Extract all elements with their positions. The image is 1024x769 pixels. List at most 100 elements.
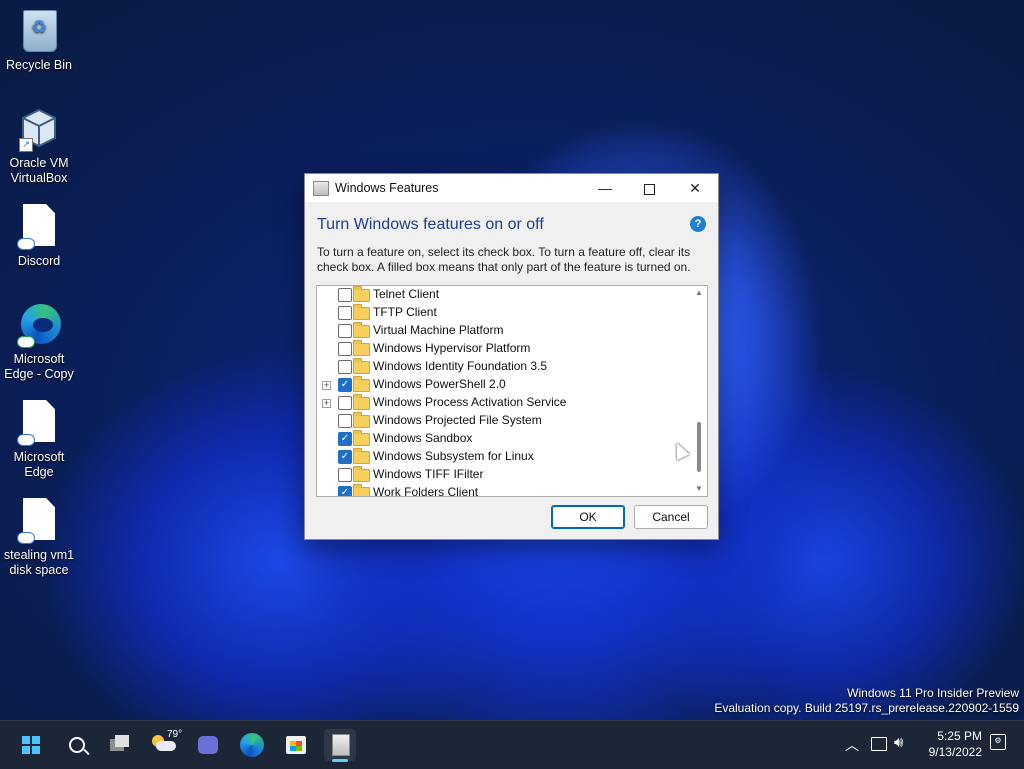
feature-row[interactable]: Windows TIFF IFilter [317,466,691,484]
store-button[interactable] [280,729,312,761]
maximize-icon [643,183,655,195]
dialog-title: Windows Features [335,181,439,195]
feature-row[interactable]: ✓ Work Folders Client [317,484,691,497]
evaluation-watermark: Windows 11 Pro Insider Preview Evaluatio… [714,686,1019,716]
taskbar: 79° ︿ 🔊︎ 5:25 PM 9/13/2022 ⚙ [0,720,1024,769]
scroll-down-arrow-icon[interactable]: ▼ [691,482,707,496]
clock-time: 5:25 PM [937,729,982,743]
watermark-line1: Windows 11 Pro Insider Preview [847,686,1019,700]
feature-name: Windows Sandbox [373,431,473,445]
feature-checkbox[interactable]: ✓ [338,378,352,392]
notification-icon[interactable]: ⚙ [990,734,1006,750]
title-bar[interactable]: Windows Features — ✕ [305,174,718,202]
feature-row[interactable]: + ✓ Windows PowerShell 2.0 [317,376,691,394]
shortcut-arrow-icon: ↗ [19,138,33,152]
feature-checkbox[interactable]: ✓ [338,450,352,464]
close-button[interactable]: ✕ [672,174,718,202]
folder-icon [353,322,370,338]
scroll-up-arrow-icon[interactable]: ▲ [691,286,707,300]
desktop-icon-edge-copy[interactable]: Microsoft Edge - Copy [0,302,78,382]
feature-checkbox[interactable] [338,288,352,302]
feature-name: Windows Projected File System [373,413,542,427]
desktop-icon-label: Microsoft Edge - Copy [4,352,74,381]
active-indicator [332,759,348,762]
feature-name: Work Folders Client [373,485,479,497]
feature-checkbox[interactable] [338,414,352,428]
search-button[interactable] [60,729,92,761]
feature-row[interactable]: TFTP Client [317,304,691,322]
store-icon [286,736,306,754]
feature-checkbox[interactable] [338,342,352,356]
feature-row[interactable]: Windows Identity Foundation 3.5 [317,358,691,376]
volume-icon[interactable]: 🔊︎ [894,734,903,751]
feature-row[interactable]: Telnet Client [317,286,691,304]
folder-icon [353,340,370,356]
minimize-icon: — [598,180,612,196]
teams-chat-button[interactable] [192,729,224,761]
feature-checkbox[interactable] [338,324,352,338]
scrollbar-thumb[interactable] [697,422,701,472]
cloud-sync-icon [17,434,35,446]
desktop-icon-label: stealing vm1 disk space [3,548,75,577]
feature-name: Windows PowerShell 2.0 [373,377,506,391]
cloud-sync-icon [17,532,35,544]
help-icon[interactable]: ? [690,216,706,232]
feature-row[interactable]: ✓ Windows Sandbox [317,430,691,448]
edge-taskbar-button[interactable] [236,729,268,761]
teams-chat-icon [198,736,218,754]
feature-row[interactable]: ✓ Windows Subsystem for Linux [317,448,691,466]
cancel-button[interactable]: Cancel [634,505,708,529]
feature-name: Virtual Machine Platform [373,323,504,337]
maximize-button[interactable] [626,174,672,202]
desktop-icon-discord[interactable]: Discord [0,204,78,269]
folder-icon [353,376,370,392]
desktop-icon-virtualbox[interactable]: ↗ Oracle VM VirtualBox [0,106,78,186]
feature-checkbox[interactable] [338,306,352,320]
feature-checkbox[interactable] [338,360,352,374]
folder-icon [353,466,370,482]
feature-row[interactable]: Windows Hypervisor Platform [317,340,691,358]
feature-row[interactable]: + Windows Process Activation Service [317,394,691,412]
recycle-bin-icon [23,10,57,52]
desktop-icon-label: Recycle Bin [6,58,72,72]
watermark-line2: Evaluation copy. Build 25197.rs_prerelea… [714,701,1019,715]
dialog-heading: Turn Windows features on or off [317,216,544,233]
folder-icon [353,412,370,428]
desktop-icon-label: Discord [17,254,61,268]
feature-checkbox[interactable]: ✓ [338,432,352,446]
vertical-scrollbar[interactable]: ▲ ▼ [691,286,707,496]
windows-features-taskbar-button[interactable] [324,729,356,762]
windows-features-dialog: Windows Features — ✕ Turn Windows featur… [304,173,719,540]
search-icon [69,737,85,753]
feature-checkbox[interactable] [338,468,352,482]
start-button[interactable] [16,729,48,761]
feature-checkbox[interactable] [338,396,352,410]
expand-plus-icon[interactable]: + [322,381,331,390]
desktop-icon-edge[interactable]: Microsoft Edge [0,400,78,480]
feature-row[interactable]: Virtual Machine Platform [317,322,691,340]
minimize-button[interactable]: — [582,174,628,202]
clock[interactable]: 5:25 PM 9/13/2022 [918,728,982,760]
dialog-description: To turn a feature on, select its check b… [317,245,691,274]
weather-widget[interactable]: 79° [148,729,183,761]
desktop-icon-recycle-bin[interactable]: Recycle Bin [0,8,78,73]
folder-icon [353,394,370,410]
folder-icon [353,358,370,374]
feature-name: Windows Subsystem for Linux [373,449,534,463]
cloud-sync-icon [17,238,35,250]
features-tree[interactable]: Telnet Client TFTP Client Virtual Machine … [316,285,708,497]
task-view-button[interactable] [104,729,136,761]
desktop-icon-label: Microsoft Edge [13,450,65,479]
weather-temperature: 79° [167,729,183,740]
network-icon[interactable] [871,737,887,751]
windows-features-icon [332,734,350,756]
folder-icon [353,448,370,464]
show-hidden-icons-chevron-icon[interactable]: ︿ [845,735,859,755]
feature-row[interactable]: Windows Projected File System [317,412,691,430]
ok-button[interactable]: OK [551,505,625,529]
expand-plus-icon[interactable]: + [322,399,331,408]
feature-checkbox[interactable]: ✓ [338,486,352,496]
feature-name: TFTP Client [373,305,437,319]
desktop-icon-stealing-vm1[interactable]: stealing vm1 disk space [0,498,78,578]
folder-icon [353,286,370,302]
